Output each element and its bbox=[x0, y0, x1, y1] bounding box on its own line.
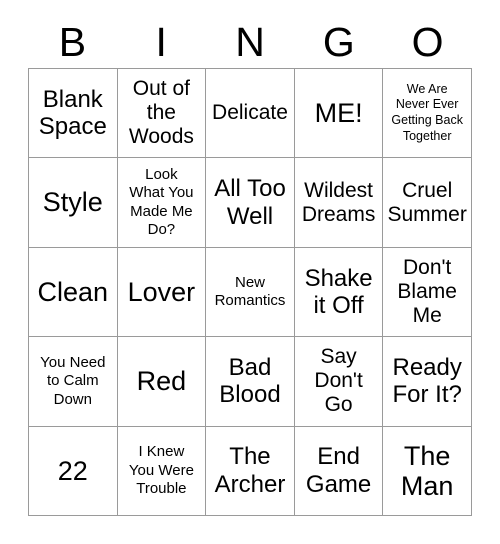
bingo-cell-label: Red bbox=[136, 366, 187, 397]
bingo-cell-label: You Need to Calm Down bbox=[40, 353, 106, 408]
bingo-cell-label: Clean bbox=[37, 276, 109, 307]
header-letter-b: B bbox=[58, 18, 87, 65]
bingo-cell-o3[interactable]: Don't Blame Me bbox=[383, 247, 472, 338]
bingo-cell-label: Style bbox=[42, 187, 103, 218]
bingo-cell-g2[interactable]: Wildest Dreams bbox=[294, 158, 384, 248]
bingo-cell-i1[interactable]: Out of the Woods bbox=[117, 69, 207, 159]
bingo-cell-b1[interactable]: Blank Space bbox=[29, 69, 118, 159]
bingo-cell-label: All Too Well bbox=[214, 175, 286, 230]
bingo-cell-label: Out of the Woods bbox=[128, 77, 194, 149]
bingo-cell-label: Don't Blame Me bbox=[397, 256, 457, 327]
bingo-cell-label: Wildest Dreams bbox=[301, 178, 376, 226]
bingo-cell-i4[interactable]: Red bbox=[117, 337, 207, 427]
bingo-cell-o4[interactable]: Ready For It? bbox=[383, 337, 472, 427]
bingo-cell-b4[interactable]: You Need to Calm Down bbox=[29, 337, 118, 427]
bingo-grid: Blank Space Out of the Woods Delicate ME… bbox=[28, 68, 472, 516]
bingo-cell-label: The Man bbox=[400, 440, 454, 501]
bingo-cell-label: New Romantics bbox=[214, 273, 286, 309]
bingo-cell-label: Blank Space bbox=[38, 85, 107, 141]
bingo-cell-label: I Knew You Were Trouble bbox=[128, 443, 194, 497]
bingo-cell-i2[interactable]: Look What You Made Me Do? bbox=[117, 158, 207, 248]
bingo-cell-o5[interactable]: The Man bbox=[383, 426, 472, 516]
bingo-cell-o1[interactable]: We Are Never Ever Getting Back Together bbox=[383, 69, 472, 159]
bingo-cell-n4[interactable]: Bad Blood bbox=[206, 337, 295, 427]
bingo-cell-g5[interactable]: End Game bbox=[294, 426, 384, 516]
bingo-cell-n5[interactable]: The Archer bbox=[206, 426, 295, 516]
bingo-cell-label: Cruel Summer bbox=[387, 178, 467, 226]
bingo-cell-b3[interactable]: Clean bbox=[29, 247, 118, 338]
bingo-cell-label: Ready For It? bbox=[392, 354, 462, 409]
bingo-cell-i3[interactable]: Lover bbox=[117, 247, 207, 338]
bingo-cell-label: Bad Blood bbox=[219, 354, 281, 409]
bingo-cell-label: Shake it Off bbox=[304, 264, 373, 319]
bingo-cell-i5[interactable]: I Knew You Were Trouble bbox=[117, 426, 207, 516]
bingo-cell-g4[interactable]: Say Don't Go bbox=[294, 337, 384, 427]
bingo-cell-o2[interactable]: Cruel Summer bbox=[383, 158, 472, 248]
bingo-card: B I N G O Blank Space Out of the Woods D… bbox=[0, 0, 500, 544]
bingo-cell-label: End Game bbox=[305, 443, 372, 498]
header-letter-n: N bbox=[235, 18, 265, 65]
bingo-cell-label: Delicate bbox=[212, 101, 288, 125]
header-letter-g: G bbox=[322, 18, 355, 65]
bingo-header: B I N G O bbox=[28, 16, 472, 68]
bingo-cell-label: Look What You Made Me Do? bbox=[129, 166, 194, 238]
bingo-cell-label: 22 bbox=[57, 455, 88, 486]
bingo-cell-label: Lover bbox=[127, 276, 196, 307]
bingo-cell-label: Say Don't Go bbox=[314, 345, 363, 417]
bingo-cell-g3[interactable]: Shake it Off bbox=[294, 247, 384, 338]
bingo-cell-label: We Are Never Ever Getting Back Together bbox=[391, 81, 463, 143]
bingo-cell-n1[interactable]: Delicate bbox=[206, 69, 295, 159]
header-letter-o: O bbox=[411, 18, 444, 65]
bingo-cell-g1[interactable]: ME! bbox=[294, 69, 384, 159]
bingo-cell-label: The Archer bbox=[214, 443, 286, 498]
bingo-cell-label: ME! bbox=[314, 98, 363, 129]
bingo-cell-n2[interactable]: All Too Well bbox=[206, 158, 295, 248]
bingo-cell-b5[interactable]: 22 bbox=[29, 426, 118, 516]
header-letter-i: I bbox=[155, 18, 167, 65]
bingo-cell-b2[interactable]: Style bbox=[29, 158, 118, 248]
bingo-cell-n3[interactable]: New Romantics bbox=[206, 247, 295, 338]
